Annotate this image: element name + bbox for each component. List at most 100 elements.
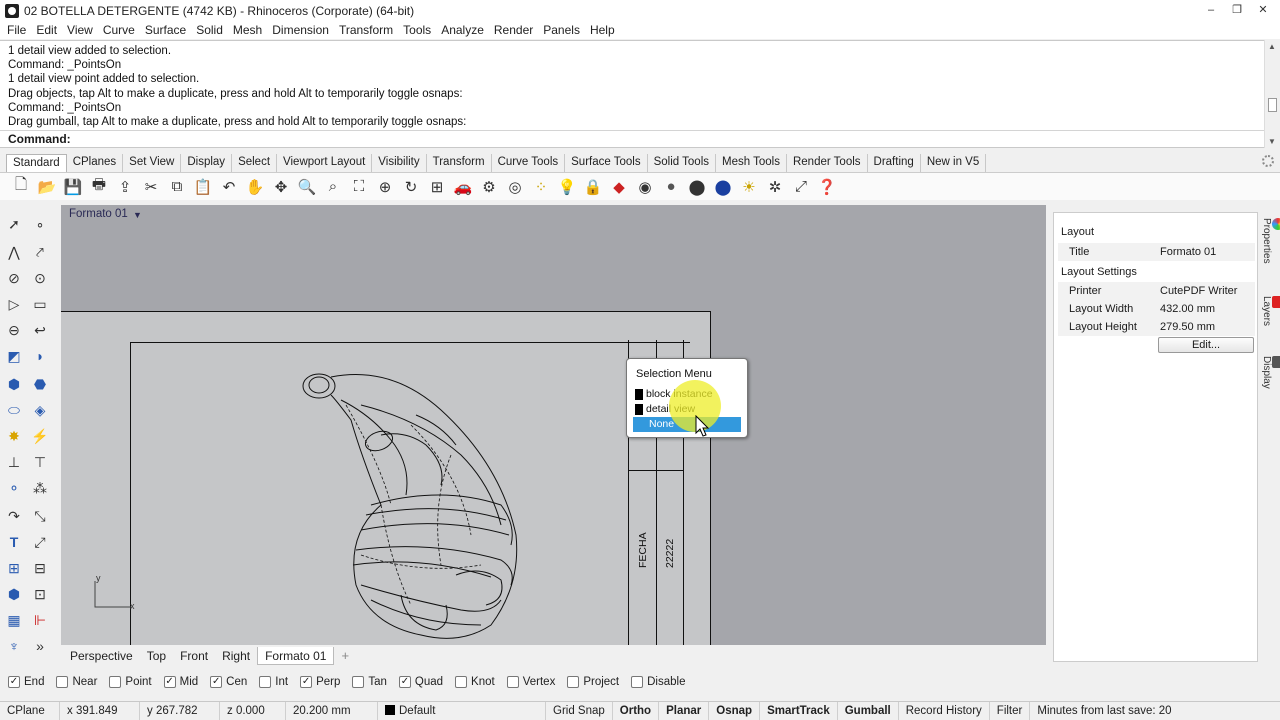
new-icon[interactable]: 🗋 xyxy=(10,176,32,198)
drafting-icon[interactable]: ♆ xyxy=(4,636,24,656)
tab-standard[interactable]: Standard xyxy=(6,154,67,172)
lock-icon[interactable]: 🔒 xyxy=(582,176,604,198)
tab-set-view[interactable]: Set View xyxy=(123,154,182,172)
osnap-cen[interactable]: ✓ Cen xyxy=(210,676,247,688)
minimize-button[interactable]: – xyxy=(1200,2,1222,18)
osnap-vertex[interactable]: Vertex xyxy=(506,676,555,688)
trim-icon[interactable]: ⊥ xyxy=(4,452,24,472)
explode-icon[interactable]: ✸ xyxy=(4,426,24,446)
open-icon[interactable]: 📂 xyxy=(36,176,58,198)
join-icon[interactable]: ⚡ xyxy=(30,426,50,446)
tab-front[interactable]: Front xyxy=(173,647,215,665)
cut-icon[interactable]: ✂ xyxy=(140,176,162,198)
menu-panels[interactable]: Panels xyxy=(538,23,585,37)
render-icon[interactable]: ⬤ xyxy=(712,176,734,198)
extrude-icon[interactable]: ◗ xyxy=(30,346,50,366)
tab-display[interactable]: Display xyxy=(181,154,233,172)
surface-icon[interactable]: ◩ xyxy=(4,346,24,366)
render-mesh-icon[interactable]: ⬢ xyxy=(4,584,24,604)
osnap-disable[interactable]: Disable xyxy=(631,676,685,688)
osnap-int[interactable]: Int xyxy=(259,676,288,688)
dimension-tool-icon[interactable]: ⊩ xyxy=(30,610,50,630)
status-osnap[interactable]: Osnap xyxy=(709,702,761,720)
pan-hand-icon[interactable]: ✋ xyxy=(244,176,266,198)
move-icon[interactable]: ✥ xyxy=(270,176,292,198)
osnap-tan[interactable]: Tan xyxy=(352,676,387,688)
point-icon[interactable]: ∘ xyxy=(30,214,50,234)
cylinder-icon[interactable]: ⬭ xyxy=(4,400,24,420)
box-icon[interactable]: ⬢ xyxy=(4,374,24,394)
zoom-selected-icon[interactable]: ⊕ xyxy=(374,176,396,198)
layout-width-value[interactable]: 432.00 mm xyxy=(1160,300,1215,318)
circle-icon[interactable]: ⊘ xyxy=(4,268,24,288)
scroll-thumb[interactable] xyxy=(1268,98,1277,112)
status-ortho[interactable]: Ortho xyxy=(613,702,660,720)
close-button[interactable]: ✕ xyxy=(1252,2,1274,18)
select-arrow-icon[interactable]: ➚ xyxy=(4,214,24,234)
restore-button[interactable]: ❐ xyxy=(1226,2,1248,18)
polygon-icon[interactable]: ▷ xyxy=(4,294,24,314)
status-record-history[interactable]: Record History xyxy=(899,702,990,720)
menu-help[interactable]: Help xyxy=(585,23,620,37)
edit-button[interactable]: Edit... xyxy=(1158,337,1254,353)
scale-icon[interactable]: ⤡ xyxy=(30,506,50,526)
menu-curve[interactable]: Curve xyxy=(98,23,140,37)
split-icon[interactable]: ⊤ xyxy=(30,452,50,472)
mesh-icon[interactable]: ◈ xyxy=(30,400,50,420)
tab-mesh-tools[interactable]: Mesh Tools xyxy=(716,154,787,172)
tab-perspective[interactable]: Perspective xyxy=(63,647,140,665)
osnap-perp[interactable]: ✓ Perp xyxy=(300,676,340,688)
tab-solid-tools[interactable]: Solid Tools xyxy=(648,154,716,172)
status-filter[interactable]: Filter xyxy=(990,702,1031,720)
osnap-end[interactable]: ✓ End xyxy=(8,676,44,688)
options-icon[interactable]: ⚙ xyxy=(478,176,500,198)
paste-icon[interactable]: 📋 xyxy=(192,176,214,198)
rotate-view-icon[interactable]: ↻ xyxy=(400,176,422,198)
osnap-near[interactable]: Near xyxy=(56,676,97,688)
undo-icon[interactable]: ↶ xyxy=(218,176,240,198)
align-icon[interactable]: ⊟ xyxy=(30,558,50,578)
display-icon[interactable]: ◎ xyxy=(504,176,526,198)
car-icon[interactable]: 🚗 xyxy=(452,176,474,198)
layer-icon[interactable]: ◆ xyxy=(608,176,630,198)
tab-visibility[interactable]: Visibility xyxy=(372,154,427,172)
status-smarttrack[interactable]: SmartTrack xyxy=(760,702,838,720)
osnap-knot[interactable]: Knot xyxy=(455,676,495,688)
grid-icon[interactable]: ▦ xyxy=(4,610,24,630)
copy-icon[interactable]: ⧉ xyxy=(166,176,188,198)
save-icon[interactable]: 💾 xyxy=(62,176,84,198)
rhino-app-icon[interactable] xyxy=(5,3,19,18)
tab-new-in-v5[interactable]: New in V5 xyxy=(921,154,987,172)
group-icon[interactable]: ⚬ xyxy=(4,478,24,498)
tab-select[interactable]: Select xyxy=(232,154,278,172)
ungroup-icon[interactable]: ⁂ xyxy=(30,478,50,498)
menu-surface[interactable]: Surface xyxy=(140,23,191,37)
select-points-icon[interactable]: ⁘ xyxy=(530,176,552,198)
help-icon[interactable]: ❓ xyxy=(816,176,838,198)
command-input[interactable]: Command: xyxy=(0,130,1264,148)
menu-transform[interactable]: Transform xyxy=(334,23,398,37)
tab-cplanes[interactable]: CPlanes xyxy=(67,154,124,172)
menu-dimension[interactable]: Dimension xyxy=(267,23,334,37)
curve-icon[interactable]: ⤤ xyxy=(30,242,50,262)
menu-analyze[interactable]: Analyze xyxy=(436,23,489,37)
menu-file[interactable]: File xyxy=(2,23,31,37)
shaded-icon[interactable]: ● xyxy=(660,176,682,198)
import-icon[interactable]: ⇪ xyxy=(114,176,136,198)
osnap-project[interactable]: Project xyxy=(567,676,619,688)
tab-surface-tools[interactable]: Surface Tools xyxy=(565,154,648,172)
printer-value[interactable]: CutePDF Writer xyxy=(1160,282,1237,300)
tab-display-panel[interactable]: Display xyxy=(1261,356,1280,389)
block-icon[interactable]: ⊞ xyxy=(4,558,24,578)
tab-viewport-layout[interactable]: Viewport Layout xyxy=(277,154,373,172)
rotate-icon[interactable]: ↷ xyxy=(4,506,24,526)
toolbar-gear-icon[interactable] xyxy=(1262,155,1274,167)
array-icon[interactable]: ⤢ xyxy=(30,532,50,552)
bottle-wireframe[interactable] xyxy=(61,205,1046,645)
osnap-quad[interactable]: ✓ Quad xyxy=(398,676,443,688)
text-icon[interactable]: T xyxy=(4,532,24,552)
add-layout-button[interactable]: + xyxy=(334,647,356,665)
tab-top[interactable]: Top xyxy=(140,647,173,665)
zoom-extents-icon[interactable]: ⛶ xyxy=(348,176,370,198)
gear-icon[interactable]: ✲ xyxy=(764,176,786,198)
